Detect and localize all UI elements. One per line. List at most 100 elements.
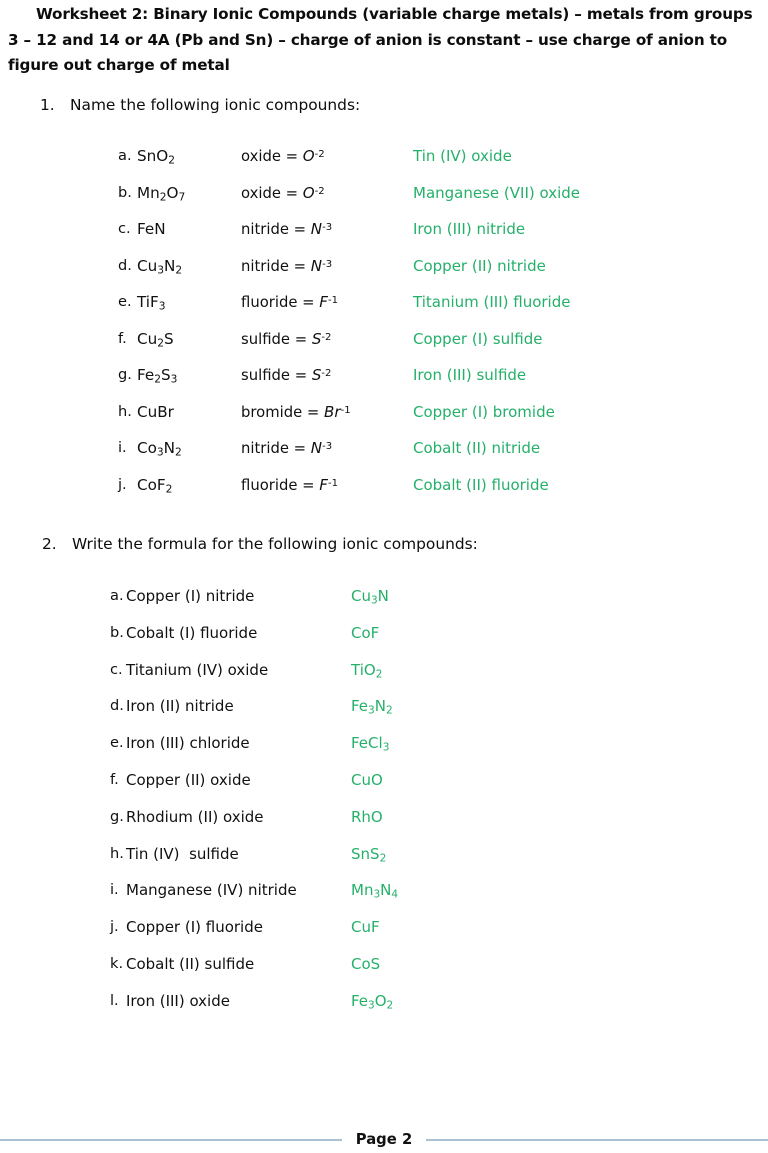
item-letter: i.: [118, 439, 127, 456]
answer-compound-name: Copper (II) nitride: [413, 256, 546, 275]
question-1-row: d. Cu3N2 nitride = N-3 Copper (II) nitride: [0, 252, 768, 280]
item-letter: d.: [118, 256, 132, 274]
page-title: Worksheet 2: Binary Ionic Compounds (var…: [8, 5, 753, 74]
item-letter: b.: [110, 623, 124, 641]
answer-compound-formula: Mn3N4: [351, 881, 399, 901]
item-letter: l.: [110, 991, 119, 1009]
answer-compound-formula: Fe3O2: [351, 991, 394, 1012]
item-letter: b.: [118, 183, 132, 201]
item-letter: c.: [110, 660, 123, 678]
item-letter: g.: [110, 807, 124, 825]
compound-formula: Cu3N2: [137, 256, 183, 276]
question-1-row: h. CuBr bromide = Br-1 Copper (I) bromide: [0, 398, 768, 426]
compound-name: Tin (IV) sulfide: [126, 844, 239, 863]
compound-formula: Cu2S: [137, 329, 174, 349]
compound-name: Manganese (IV) nitride: [126, 881, 297, 900]
item-letter: h.: [110, 844, 124, 862]
question-2-heading: 2. Write the formula for the following io…: [42, 535, 478, 553]
question-2-row: a. Copper (I) nitride Cu3N: [0, 582, 768, 610]
question-2-row: f. Copper (II) oxide CuO: [0, 766, 768, 794]
anion-charge-hint: sulfide = S-2: [241, 329, 332, 348]
question-2-row: k. Cobalt (II) sulfide CoS: [0, 950, 768, 978]
question-1-row: a. SnO2 oxide = O-2 Tin (IV) oxide: [0, 142, 768, 170]
page-footer: Page 2: [0, 1128, 768, 1152]
question-1-heading: 1. Name the following ionic compounds:: [40, 96, 360, 114]
answer-compound-formula: RhO: [351, 807, 383, 826]
question-2-row: i. Manganese (IV) nitride Mn3N4: [0, 876, 768, 904]
compound-name: Cobalt (I) fluoride: [126, 623, 258, 642]
compound-name: Cobalt (II) sulfide: [126, 955, 255, 973]
question-2-row: g. Rhodium (II) oxide RhO: [0, 803, 768, 831]
answer-compound-formula: CoF: [351, 623, 380, 642]
compound-name: Iron (II) nitride: [126, 697, 234, 716]
footer-rule-left: [0, 1139, 342, 1141]
item-letter: a.: [110, 587, 124, 604]
item-letter: a.: [118, 147, 132, 164]
answer-compound-formula: CuF: [351, 918, 380, 937]
answer-compound-name: Copper (I) sulfide: [413, 329, 543, 348]
question-1-row: e. TiF3 fluoride = F-1 Titanium (III) fluor…: [0, 288, 768, 316]
question-1-heading-text: Name the following ionic compounds:: [70, 96, 361, 114]
question-2-row: e. Iron (III) chloride FeCl3: [0, 729, 768, 757]
page-number-label: Page 2: [355, 1130, 413, 1148]
anion-charge-hint: bromide = Br-1: [241, 402, 351, 421]
anion-charge-hint: fluoride = F-1: [241, 293, 338, 311]
item-letter: j.: [110, 918, 119, 936]
item-letter: h.: [118, 402, 132, 420]
question-2-number: 2.: [42, 535, 57, 553]
question-1-row: j. CoF2 fluoride = F-1 Cobalt (II) fluoride: [0, 471, 768, 499]
answer-compound-formula: TiO2: [351, 660, 383, 680]
answer-compound-formula: SnS2: [351, 844, 387, 864]
anion-charge-hint: nitride = N-3: [241, 256, 333, 275]
compound-formula: SnO2: [137, 147, 175, 167]
answer-compound-formula: Fe3N2: [351, 697, 393, 717]
anion-charge-hint: nitride = N-3: [241, 220, 333, 238]
worksheet-page: Worksheet 2: Binary Ionic Compounds (var…: [0, 0, 768, 1153]
question-2-heading-text: Write the formula for the following ioni…: [72, 535, 478, 553]
item-letter: g.: [118, 366, 132, 383]
answer-compound-name: Cobalt (II) nitride: [413, 439, 541, 457]
item-letter: e.: [110, 734, 124, 752]
item-letter: d.: [110, 697, 124, 715]
compound-name: Iron (III) oxide: [126, 991, 230, 1010]
question-2-row: l. Iron (III) oxide Fe3O2: [0, 987, 768, 1015]
compound-name: Rhodium (II) oxide: [126, 807, 264, 826]
question-1-row: b. Mn2O7 oxide = O-2 Manganese (VII) oxide: [0, 179, 768, 207]
question-1-row: f. Cu2S sulfide = S-2 Copper (I) sulfide: [0, 325, 768, 353]
question-1-number: 1.: [40, 96, 55, 114]
item-letter: e.: [118, 293, 132, 310]
anion-charge-hint: oxide = O-2: [241, 183, 325, 202]
answer-compound-formula: FeCl3: [351, 734, 390, 754]
item-letter: i.: [110, 881, 119, 899]
question-1-row: c. FeN nitride = N-3 Iron (III) nitride: [0, 215, 768, 243]
footer-rule-right: [426, 1139, 768, 1141]
compound-formula: CoF2: [137, 475, 173, 495]
anion-charge-hint: fluoride = F-1: [241, 475, 338, 494]
item-letter: j.: [118, 475, 127, 493]
question-2-row: b. Cobalt (I) fluoride CoF: [0, 619, 768, 647]
compound-name: Copper (II) oxide: [126, 771, 251, 789]
answer-compound-name: Titanium (III) fluoride: [413, 293, 571, 311]
item-letter: k.: [110, 955, 124, 972]
compound-name: Titanium (IV) oxide: [126, 660, 269, 679]
anion-charge-hint: oxide = O-2: [241, 147, 325, 165]
answer-compound-formula: CuO: [351, 771, 383, 789]
anion-charge-hint: nitride = N-3: [241, 439, 333, 457]
question-2-row: h. Tin (IV) sulfide SnS2: [0, 840, 768, 868]
compound-formula: TiF3: [137, 293, 166, 313]
item-letter: f.: [110, 771, 119, 788]
item-letter: c.: [118, 220, 131, 237]
compound-formula: Co3N2: [137, 439, 182, 459]
answer-compound-name: Tin (IV) oxide: [413, 147, 512, 165]
question-2-row: j. Copper (I) fluoride CuF: [0, 913, 768, 941]
compound-formula: CuBr: [137, 402, 174, 421]
compound-name: Copper (I) nitride: [126, 587, 255, 605]
answer-compound-name: Iron (III) sulfide: [413, 366, 527, 384]
answer-compound-name: Cobalt (II) fluoride: [413, 475, 549, 494]
question-2-row: d. Iron (II) nitride Fe3N2: [0, 692, 768, 720]
answer-compound-name: Copper (I) bromide: [413, 402, 555, 421]
answer-compound-formula: Cu3N: [351, 587, 389, 607]
compound-name: Iron (III) chloride: [126, 734, 250, 753]
anion-charge-hint: sulfide = S-2: [241, 366, 332, 384]
answer-compound-name: Iron (III) nitride: [413, 220, 526, 238]
